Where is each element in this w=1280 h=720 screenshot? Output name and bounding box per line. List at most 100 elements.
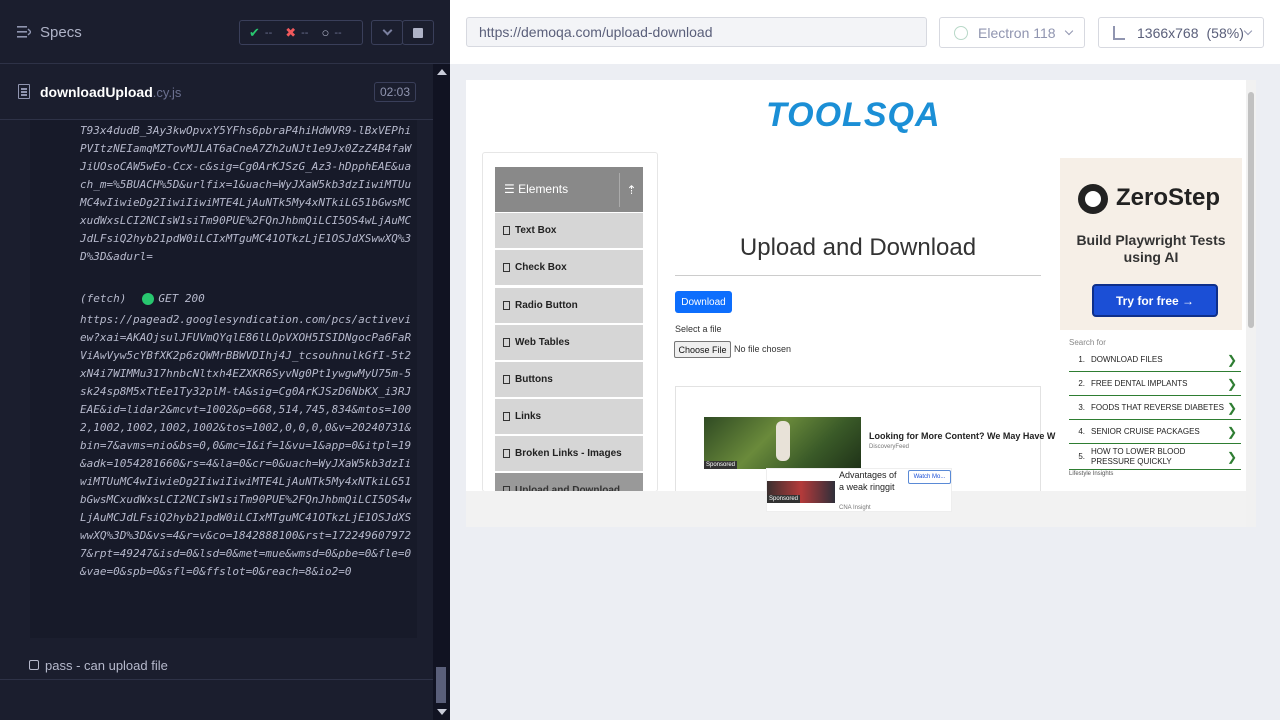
search-for-label: Search for <box>1069 338 1106 347</box>
menu-label: Broken Links - Images <box>515 448 622 459</box>
menu-item-check-box[interactable]: Check Box <box>495 250 643 286</box>
viewport-selector[interactable]: 1366x768 (58%) <box>1098 17 1264 48</box>
search-ad-item[interactable]: 5. HOW TO LOWER BLOOD PRESSURE QUICKLY ❯ <box>1069 444 1241 470</box>
test-stats: ✔ -- ✖ -- ○ -- <box>239 20 363 45</box>
specs-title[interactable]: Specs <box>40 24 82 41</box>
test-status-icon <box>29 660 39 670</box>
fetch-type: (fetch) <box>80 292 127 305</box>
menu-item-broken-links[interactable]: Broken Links - Images <box>495 436 643 472</box>
app-panel: https://demoqa.com/upload-download Elect… <box>450 0 1280 720</box>
menu-item-text-box[interactable]: Text Box <box>495 213 643 249</box>
spec-name-text: downloadUpload <box>40 84 153 100</box>
scroll-down-arrow-icon[interactable] <box>437 709 447 715</box>
item-text: DOWNLOAD FILES <box>1091 354 1163 364</box>
specs-list-icon[interactable] <box>17 26 31 38</box>
url-bar[interactable]: https://demoqa.com/upload-download <box>466 17 927 47</box>
no-file-text: No file chosen <box>734 344 792 354</box>
scroll-thumb[interactable] <box>436 667 446 703</box>
pending-circle-icon: ○ <box>321 25 330 40</box>
chevron-down-icon <box>1243 26 1253 36</box>
chevron-right-icon: ❯ <box>1226 424 1237 439</box>
bottom-ad-source: CNA Insight <box>839 505 871 511</box>
zerostep-ad[interactable]: ZeroStep Build Playwright Tests using AI… <box>1060 158 1242 330</box>
scroll-up-arrow-icon[interactable] <box>437 69 447 75</box>
search-ad-item[interactable]: 4. SENIOR CRUISE PACKAGES ❯ <box>1069 420 1241 444</box>
aut-scroll-thumb[interactable] <box>1248 92 1254 328</box>
menu-label: Radio Button <box>515 300 578 311</box>
check-icon: ✔ <box>249 24 260 40</box>
log-text-bottom: https://pagead2.googlesyndication.com/pc… <box>80 313 412 578</box>
doc-icon <box>503 375 510 384</box>
search-ad-item[interactable]: 2. FREE DENTAL IMPLANTS ❯ <box>1069 372 1241 396</box>
menu-label: Buttons <box>515 374 553 385</box>
select-file-label: Select a file <box>675 324 722 334</box>
chevron-right-icon: ❯ <box>1226 400 1237 415</box>
doc-icon <box>503 412 510 421</box>
toolsqa-logo[interactable]: TOOLSQA <box>766 90 956 134</box>
fetch-status: GET 200 <box>158 292 205 305</box>
aut-scrollbar[interactable] <box>1246 80 1256 527</box>
stop-button[interactable] <box>402 20 434 45</box>
bottom-ad[interactable]: Sponsored Advantages of a weak ringgit W… <box>766 468 952 512</box>
viewport-size: 1366x768 <box>1137 24 1199 41</box>
viewport-zoom: (58%) <box>1206 24 1244 41</box>
reporter-header: Specs ✔ -- ✖ -- ○ -- <box>0 0 450 64</box>
search-ad: Search for 1. DOWNLOAD FILES ❯ 2. FREE DENT… <box>1069 338 1241 486</box>
chevron-right-icon: ❯ <box>1226 376 1237 391</box>
electron-icon <box>954 25 968 40</box>
x-icon: ✖ <box>285 24 297 40</box>
doc-icon <box>503 263 510 272</box>
title-divider <box>675 275 1041 276</box>
stop-icon <box>413 27 423 38</box>
item-text: SENIOR CRUISE PACKAGES <box>1091 426 1200 436</box>
stat-pending-value: -- <box>334 26 342 39</box>
menu-item-links[interactable]: Links <box>495 399 643 435</box>
zerostep-logo-icon <box>1078 184 1108 214</box>
item-number: 2. <box>1078 379 1085 388</box>
chevron-right-icon: ❯ <box>1226 449 1237 464</box>
chevron-down-icon <box>1064 26 1074 36</box>
test-label: pass - can upload file <box>45 658 168 673</box>
command-log: T93x4dudB_3Ay3kwOpvxY5YFhs6pbraP4hiHdWVR… <box>30 120 417 638</box>
bottom-ad-text: Advantages of a weak ringgit <box>839 470 897 492</box>
zerostep-tagline: Build Playwright Tests using AI <box>1076 232 1226 265</box>
download-button[interactable]: Download <box>675 291 732 313</box>
ad-figure <box>776 421 790 461</box>
try-free-button[interactable]: Try for free → <box>1092 284 1218 317</box>
reporter-scrollbar[interactable] <box>433 64 450 720</box>
search-ad-item[interactable]: 3. FOODS THAT REVERSE DIABETES ❯ <box>1069 396 1241 420</box>
elements-header-label: ☰ Elements <box>504 182 569 196</box>
fetch-command[interactable]: (fetch) GET 200 <box>80 292 205 305</box>
chevron-down-icon <box>382 25 392 36</box>
menu-item-buttons[interactable]: Buttons <box>495 362 643 398</box>
browser-selector[interactable]: Electron 118 <box>939 17 1085 48</box>
test-row[interactable]: pass - can upload file <box>0 638 433 680</box>
menu-item-radio-button[interactable]: Radio Button <box>495 288 643 324</box>
browser-name: Electron 118 <box>978 24 1056 41</box>
item-text: FREE DENTAL IMPLANTS <box>1091 378 1188 388</box>
menu-label: Web Tables <box>515 337 570 348</box>
watch-more-button[interactable]: Watch Mo... <box>908 470 951 484</box>
choose-file-button[interactable]: Choose File <box>674 341 731 358</box>
search-ad-footer: Lifestyle Insights <box>1069 471 1114 477</box>
stat-failed: ✖ -- <box>285 25 308 41</box>
item-text: FOODS THAT REVERSE DIABETES <box>1091 402 1224 412</box>
ad-image[interactable]: Sponsored <box>704 417 861 469</box>
item-number: 4. <box>1078 427 1085 436</box>
search-ad-item[interactable]: 1. DOWNLOAD FILES ❯ <box>1069 348 1241 372</box>
elements-group-header[interactable]: ☰ Elements ⇡ <box>495 167 643 212</box>
elements-header-text: Elements <box>518 182 569 196</box>
spec-name[interactable]: downloadUpload.cy.js <box>40 84 181 100</box>
spec-ext: .cy.js <box>152 85 182 100</box>
doc-icon <box>503 449 510 458</box>
collapse-button[interactable] <box>371 20 403 45</box>
upload-icon: ⇡ <box>619 173 643 207</box>
ruler-icon <box>1113 25 1125 40</box>
aut-iframe: TOOLSQA ☰ Elements ⇡ Text Box Check Box … <box>466 80 1256 527</box>
sponsored-label: Sponsored <box>704 461 738 469</box>
menu-item-web-tables[interactable]: Web Tables <box>495 325 643 361</box>
spec-row[interactable]: downloadUpload.cy.js 02:03 <box>0 64 433 120</box>
stat-passed-value: -- <box>264 26 273 39</box>
ad-headline[interactable]: Looking for More Content? We May Have W <box>869 431 1055 441</box>
ad-source: DiscoveryFeed <box>869 444 910 450</box>
